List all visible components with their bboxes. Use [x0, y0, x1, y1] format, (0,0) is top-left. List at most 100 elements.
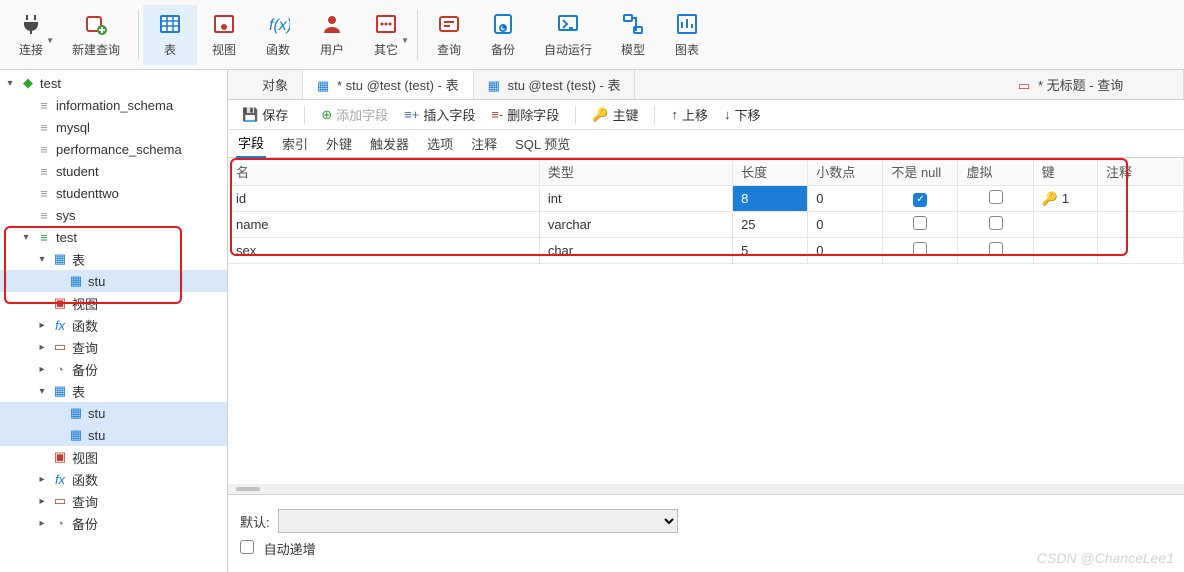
toolbar-query[interactable]: 查询 — [422, 5, 476, 65]
cell[interactable]: 0 — [808, 212, 883, 238]
default-value-select[interactable] — [278, 509, 678, 533]
tree-node-information_schema[interactable]: ≡information_schema — [0, 94, 227, 116]
move-up-button[interactable]: ↑ 上移 — [667, 103, 712, 126]
auto-increment-option[interactable]: 自动递增 — [240, 539, 316, 558]
tree-node-视图[interactable]: ▣视图 — [0, 292, 227, 314]
table-row[interactable]: idint80✓ 🔑1 — [228, 186, 1184, 212]
toolbar-plug[interactable]: 连接▼ — [4, 5, 58, 65]
cell[interactable]: 8 — [733, 186, 808, 212]
cell[interactable] — [958, 212, 1033, 238]
inner-tab-选项[interactable]: 选项 — [425, 130, 455, 157]
inner-tab-外键[interactable]: 外键 — [324, 130, 354, 157]
tree-node-sys[interactable]: ≡sys — [0, 204, 227, 226]
inner-tab-触发器[interactable]: 触发器 — [368, 130, 411, 157]
split-handle[interactable] — [228, 484, 1184, 494]
cell[interactable]: 25 — [733, 212, 808, 238]
tree-node-test[interactable]: ▾≡test — [0, 226, 227, 248]
add-field-button[interactable]: ⊕ 添加字段 — [317, 103, 392, 126]
tree-node-表[interactable]: ▾▦表 — [0, 248, 227, 270]
column-header[interactable]: 名 — [228, 158, 539, 186]
column-header[interactable]: 虚拟 — [958, 158, 1033, 186]
toolbar-other[interactable]: 其它▼ — [359, 5, 413, 65]
cell[interactable]: name — [228, 212, 539, 238]
tree-node-查询[interactable]: ▸▭查询 — [0, 490, 227, 512]
doc-tab[interactable]: ▭* 无标题 - 查询 — [1004, 70, 1184, 99]
virtual-checkbox[interactable] — [989, 216, 1003, 230]
toolbar-user[interactable]: 用户 — [305, 5, 359, 65]
move-down-button[interactable]: ↓ 下移 — [720, 103, 765, 126]
toolbar-backup[interactable]: 备份 — [476, 5, 530, 65]
tree-node-test[interactable]: ▾◆test — [0, 72, 227, 94]
inner-tab-注释[interactable]: 注释 — [469, 130, 499, 157]
tree-node-备份[interactable]: ▸◔备份 — [0, 512, 227, 534]
cell[interactable] — [883, 212, 958, 238]
auto-increment-checkbox[interactable] — [240, 540, 254, 554]
not-null-checkbox[interactable] — [913, 242, 927, 256]
column-header[interactable]: 不是 null — [883, 158, 958, 186]
column-header[interactable]: 注释 — [1098, 158, 1184, 186]
tree-caret-icon[interactable]: ▾ — [36, 254, 48, 265]
tree-node-视图[interactable]: ▣视图 — [0, 446, 227, 468]
cell[interactable] — [1098, 238, 1184, 264]
fields-grid[interactable]: 名类型长度小数点不是 null虚拟键注释idint80✓🔑1namevarcha… — [228, 158, 1184, 264]
cell[interactable]: ✓ — [883, 186, 958, 212]
doc-tab[interactable]: ▦stu @test (test) - 表 — [474, 70, 636, 99]
table-row[interactable]: namevarchar250 — [228, 212, 1184, 238]
tree-node-student[interactable]: ≡student — [0, 160, 227, 182]
tree-node-函数[interactable]: ▸fx函数 — [0, 468, 227, 490]
tree-node-studenttwo[interactable]: ≡studenttwo — [0, 182, 227, 204]
toolbar-table[interactable]: 表 — [143, 5, 197, 65]
doc-tab[interactable]: ▦* stu @test (test) - 表 — [303, 70, 474, 99]
cell[interactable]: int — [539, 186, 732, 212]
tree-caret-icon[interactable]: ▸ — [36, 518, 48, 529]
tree-caret-icon[interactable]: ▸ — [36, 364, 48, 375]
tree-caret-icon[interactable]: ▾ — [4, 78, 16, 89]
cell[interactable] — [958, 186, 1033, 212]
tree-caret-icon[interactable]: ▸ — [36, 342, 48, 353]
table-row[interactable]: sexchar50 — [228, 238, 1184, 264]
column-header[interactable]: 键 — [1033, 158, 1097, 186]
cell[interactable] — [1033, 238, 1097, 264]
tree-node-mysql[interactable]: ≡mysql — [0, 116, 227, 138]
cell[interactable]: 5 — [733, 238, 808, 264]
tree-caret-icon[interactable]: ▾ — [20, 232, 32, 243]
tree-node-备份[interactable]: ▸◔备份 — [0, 358, 227, 380]
cell[interactable]: char — [539, 238, 732, 264]
virtual-checkbox[interactable] — [989, 242, 1003, 256]
toolbar-query-new[interactable]: 新建查询 — [58, 5, 134, 65]
tree-node-performance_schema[interactable]: ≡performance_schema — [0, 138, 227, 160]
cell[interactable] — [1098, 212, 1184, 238]
toolbar-model[interactable]: 模型 — [606, 5, 660, 65]
tree-caret-icon[interactable]: ▾ — [36, 386, 48, 397]
delete-field-button[interactable]: ≡- 删除字段 — [487, 103, 563, 126]
cell[interactable]: varchar — [539, 212, 732, 238]
column-header[interactable]: 长度 — [733, 158, 808, 186]
toolbar-automation[interactable]: 自动运行 — [530, 5, 606, 65]
tree-node-查询[interactable]: ▸▭查询 — [0, 336, 227, 358]
primary-key-button[interactable]: 🔑 主键 — [588, 103, 642, 126]
cell[interactable] — [883, 238, 958, 264]
tree-node-stu[interactable]: ▦stu — [0, 270, 227, 292]
cell[interactable]: id — [228, 186, 539, 212]
cell[interactable]: 0 — [808, 238, 883, 264]
inner-tab-索引[interactable]: 索引 — [280, 130, 310, 157]
cell[interactable] — [1098, 186, 1184, 212]
doc-tab[interactable]: 对象 — [228, 70, 303, 99]
inner-tab-字段[interactable]: 字段 — [236, 129, 266, 158]
column-header[interactable]: 小数点 — [808, 158, 883, 186]
cell[interactable] — [958, 238, 1033, 264]
tree-node-表[interactable]: ▾▦表 — [0, 380, 227, 402]
tree-node-stu[interactable]: ▦stu — [0, 402, 227, 424]
virtual-checkbox[interactable] — [989, 190, 1003, 204]
toolbar-chart[interactable]: 图表 — [660, 5, 714, 65]
cell[interactable] — [1033, 212, 1097, 238]
column-header[interactable]: 类型 — [539, 158, 732, 186]
not-null-checkbox[interactable] — [913, 216, 927, 230]
cell[interactable]: 🔑1 — [1033, 186, 1097, 212]
inner-tab-SQL 预览[interactable]: SQL 预览 — [513, 130, 572, 157]
cell[interactable]: sex — [228, 238, 539, 264]
tree-node-stu[interactable]: ▦stu — [0, 424, 227, 446]
toolbar-view[interactable]: 视图 — [197, 5, 251, 65]
tree-node-函数[interactable]: ▸fx函数 — [0, 314, 227, 336]
cell[interactable]: 0 — [808, 186, 883, 212]
